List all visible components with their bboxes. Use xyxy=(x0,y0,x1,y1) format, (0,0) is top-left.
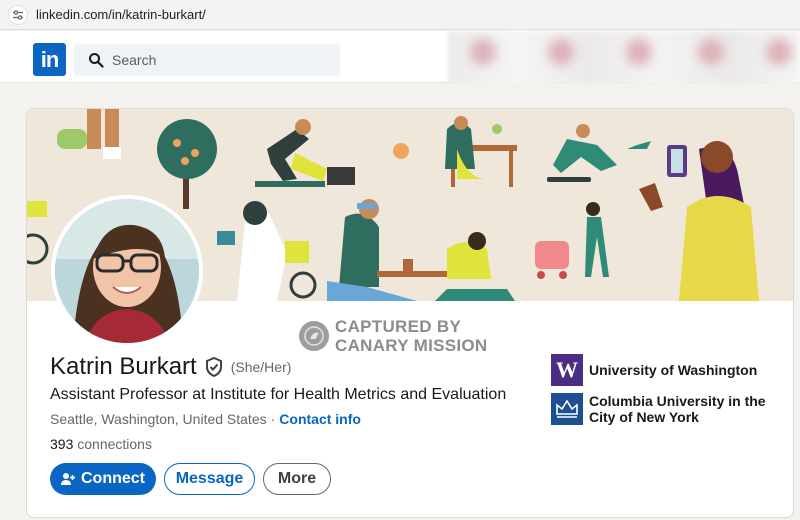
connect-button[interactable]: Connect xyxy=(50,463,156,495)
watermark-line-2: CANARY MISSION xyxy=(335,336,488,355)
linkedin-logo[interactable]: in xyxy=(33,43,66,76)
connections-number: 393 xyxy=(50,436,74,452)
profile-name: Katrin Burkart xyxy=(50,353,197,380)
search-input[interactable]: Search xyxy=(74,44,340,76)
columbia-crown-logo xyxy=(551,393,583,425)
watermark-line-1: CAPTURED BY xyxy=(335,317,462,336)
profile-location: Seattle, Washington, United States xyxy=(50,411,267,427)
shield-check-icon[interactable] xyxy=(205,357,223,377)
blurred-nav-items xyxy=(448,31,800,83)
connections-count[interactable]: 393 connections xyxy=(50,436,152,452)
uw-logo: W xyxy=(551,354,583,386)
more-button[interactable]: More xyxy=(263,463,331,495)
add-person-icon xyxy=(61,473,75,485)
education-name: Columbia University in the City of New Y… xyxy=(589,393,766,425)
profile-headline: Assistant Professor at Institute for Hea… xyxy=(50,386,507,403)
profile-actions: Connect Message More xyxy=(50,463,339,495)
search-placeholder: Search xyxy=(112,52,157,68)
contact-info-link[interactable]: Contact info xyxy=(279,411,361,427)
connections-label: connections xyxy=(77,436,152,452)
site-controls-icon[interactable] xyxy=(8,4,28,25)
canary-seal-icon xyxy=(299,321,329,351)
profile-card: CAPTURED BY CANARY MISSION Katrin Burkar… xyxy=(26,108,794,518)
education-name: University of Washington xyxy=(589,362,758,378)
education-item-columbia[interactable]: Columbia University in the City of New Y… xyxy=(551,393,769,425)
profile-pronouns: (She/Her) xyxy=(230,359,292,375)
url-text[interactable]: linkedin.com/in/katrin-burkart/ xyxy=(36,7,206,22)
location-row: Seattle, Washington, United States · Conta… xyxy=(50,411,361,427)
browser-url-bar: linkedin.com/in/katrin-burkart/ xyxy=(0,0,800,30)
education-item-uw[interactable]: W University of Washington xyxy=(551,354,769,386)
canary-mission-watermark: CAPTURED BY CANARY MISSION xyxy=(299,317,488,355)
connect-label: Connect xyxy=(81,470,145,487)
separator-dot: · xyxy=(270,411,276,427)
top-nav: in Search xyxy=(0,31,800,83)
message-button[interactable]: Message xyxy=(164,463,255,495)
profile-photo[interactable] xyxy=(51,195,203,347)
search-icon xyxy=(89,53,104,68)
